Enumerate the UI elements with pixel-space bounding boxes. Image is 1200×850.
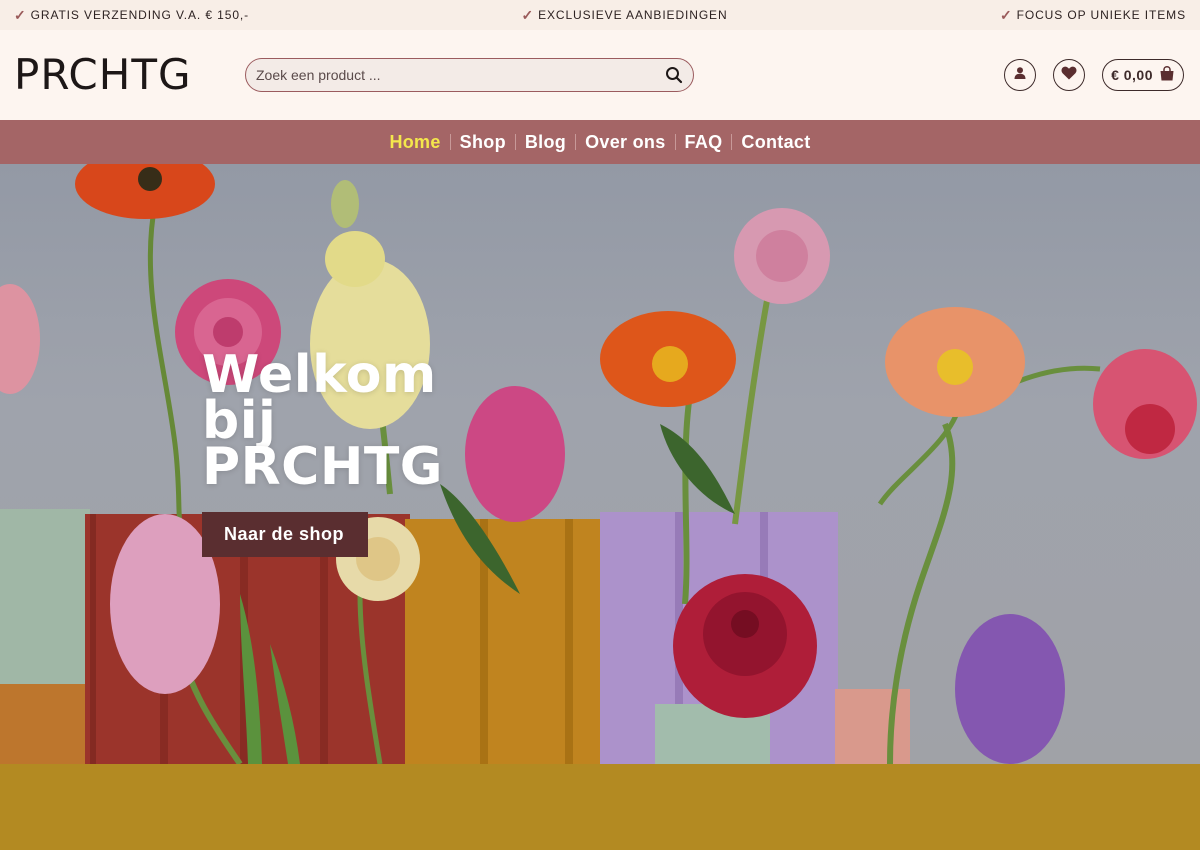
- usp-bar: ✓ GRATIS VERZENDING V.A. € 150,- ✓ EXCLU…: [0, 0, 1200, 30]
- usp-item: ✓ FOCUS OP UNIEKE ITEMS: [1000, 8, 1186, 22]
- usp-text: GRATIS VERZENDING V.A. € 150,-: [30, 8, 250, 22]
- usp-item: ✓ GRATIS VERZENDING V.A. € 150,-: [14, 8, 249, 22]
- site-logo[interactable]: PRCHTG: [14, 54, 245, 96]
- hero-title: Welkom bij PRCHTG: [202, 345, 443, 497]
- usp-item: ✓ EXCLUSIEVE AANBIEDINGEN: [521, 8, 727, 22]
- main-navigation: Home Shop Blog Over ons FAQ Contact: [0, 120, 1200, 164]
- nav-item-home[interactable]: Home: [380, 132, 449, 153]
- usp-text: FOCUS OP UNIEKE ITEMS: [1016, 8, 1186, 22]
- cart-button[interactable]: € 0,00: [1102, 59, 1184, 91]
- wishlist-button[interactable]: [1053, 59, 1086, 91]
- hero-banner: Welkom bij PRCHTG Naar de shop: [0, 164, 1200, 764]
- shop-cta-button[interactable]: Naar de shop: [202, 512, 369, 557]
- nav-item-over-ons[interactable]: Over ons: [576, 132, 674, 153]
- cart-total: € 0,00: [1111, 67, 1153, 83]
- search-bar[interactable]: [245, 58, 694, 92]
- nav-item-blog[interactable]: Blog: [516, 132, 575, 153]
- checkmark-icon: ✓: [999, 7, 1013, 23]
- shopping-bag-icon: [1159, 66, 1175, 84]
- usp-text: EXCLUSIEVE AANBIEDINGEN: [538, 8, 728, 22]
- user-icon: [1013, 66, 1027, 85]
- search-input[interactable]: [256, 67, 665, 83]
- header-actions: € 0,00: [1004, 59, 1184, 91]
- search-icon[interactable]: [665, 66, 683, 84]
- checkmark-icon: ✓: [521, 7, 535, 23]
- heart-icon: [1061, 66, 1077, 85]
- nav-item-contact[interactable]: Contact: [732, 132, 819, 153]
- nav-item-faq[interactable]: FAQ: [676, 132, 732, 153]
- hero-content: Welkom bij PRCHTG Naar de shop: [202, 345, 472, 557]
- site-header: PRCHTG € 0,00: [0, 30, 1200, 120]
- nav-item-shop[interactable]: Shop: [451, 132, 515, 153]
- checkmark-icon: ✓: [14, 7, 27, 23]
- account-button[interactable]: [1004, 59, 1037, 91]
- hero-flowers-image: [0, 164, 1200, 764]
- section-band: [0, 764, 1200, 850]
